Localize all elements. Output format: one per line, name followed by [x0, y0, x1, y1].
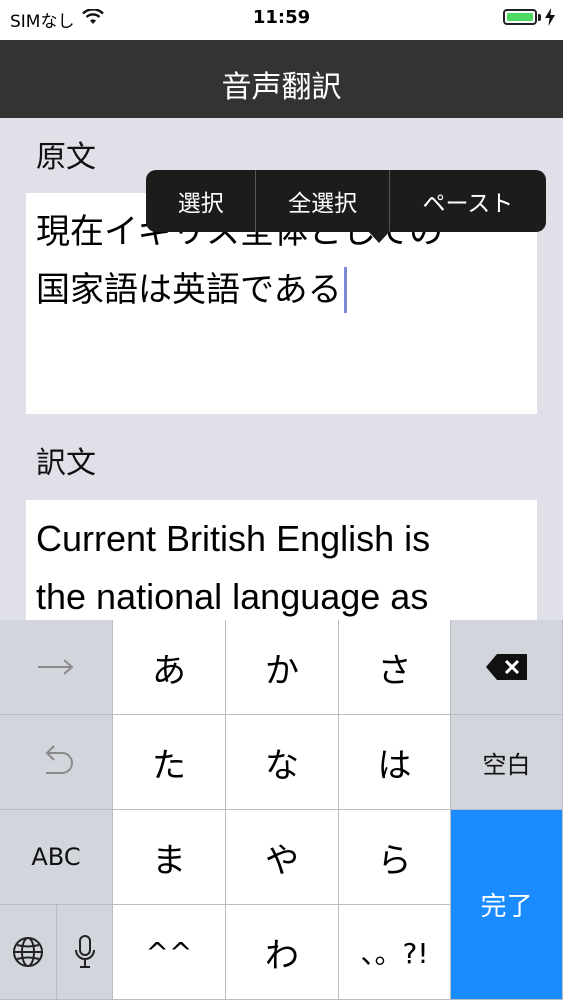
key-ma[interactable]: ま — [113, 810, 226, 905]
status-bar: SIMなし 11:59 — [0, 0, 563, 40]
key-na[interactable]: な — [226, 715, 339, 810]
key-a[interactable]: あ — [113, 620, 226, 715]
select-menu-item[interactable]: 選択 — [146, 170, 257, 232]
space-key[interactable]: 空白 — [451, 715, 563, 810]
undo-icon — [38, 745, 74, 779]
abc-key[interactable]: ABC — [0, 810, 113, 905]
paste-menu-item[interactable]: ペースト — [390, 170, 546, 232]
translation-line-1: Current British English is — [36, 518, 431, 559]
done-key[interactable]: 完了 — [451, 810, 563, 1000]
key-ta[interactable]: た — [113, 715, 226, 810]
mic-icon — [74, 934, 96, 970]
arrow-right-icon — [36, 657, 76, 677]
key-wa[interactable]: わ — [226, 905, 339, 1000]
key-punctuation[interactable]: 、。?! — [339, 905, 451, 1000]
undo-key[interactable] — [0, 715, 113, 810]
delete-key[interactable] — [451, 620, 563, 715]
key-ha[interactable]: は — [339, 715, 451, 810]
edit-menu: 選択 全選択 ペースト — [146, 170, 546, 232]
key-ya[interactable]: や — [226, 810, 339, 905]
mic-key[interactable] — [57, 905, 113, 1000]
page-title: 音声翻訳 — [221, 70, 342, 105]
text-caret — [343, 267, 347, 313]
globe-icon — [12, 936, 44, 968]
keyboard: あ か さ た な は 空白 ABC ま や ら 完了 ^^ わ 、。?! — [0, 620, 563, 1000]
nav-bar: 音声翻訳 — [0, 40, 563, 118]
key-sa[interactable]: さ — [339, 620, 451, 715]
status-time: 11:59 — [252, 7, 311, 28]
source-line-2: 国家語は英語である — [36, 270, 342, 310]
key-ra[interactable]: ら — [339, 810, 451, 905]
battery-level — [507, 13, 533, 21]
select-all-menu-item[interactable]: 全選択 — [256, 170, 390, 232]
translation-label: 訳文 — [36, 446, 96, 481]
key-ka[interactable]: か — [226, 620, 339, 715]
key-emoticon[interactable]: ^^ — [113, 905, 226, 1000]
translation-text-area[interactable]: Current British English is the national … — [26, 500, 537, 620]
source-line-2-wrap: 国家語は英語である — [36, 261, 527, 319]
translation-line-2: the national language as — [36, 576, 429, 617]
globe-key[interactable] — [0, 905, 57, 1000]
source-label: 原文 — [36, 140, 96, 175]
battery-icon — [503, 9, 537, 25]
edit-menu-pointer — [368, 231, 390, 243]
delete-icon — [485, 652, 529, 682]
charging-bolt-icon — [545, 8, 555, 30]
battery-tip — [538, 14, 541, 21]
next-key[interactable] — [0, 620, 113, 715]
